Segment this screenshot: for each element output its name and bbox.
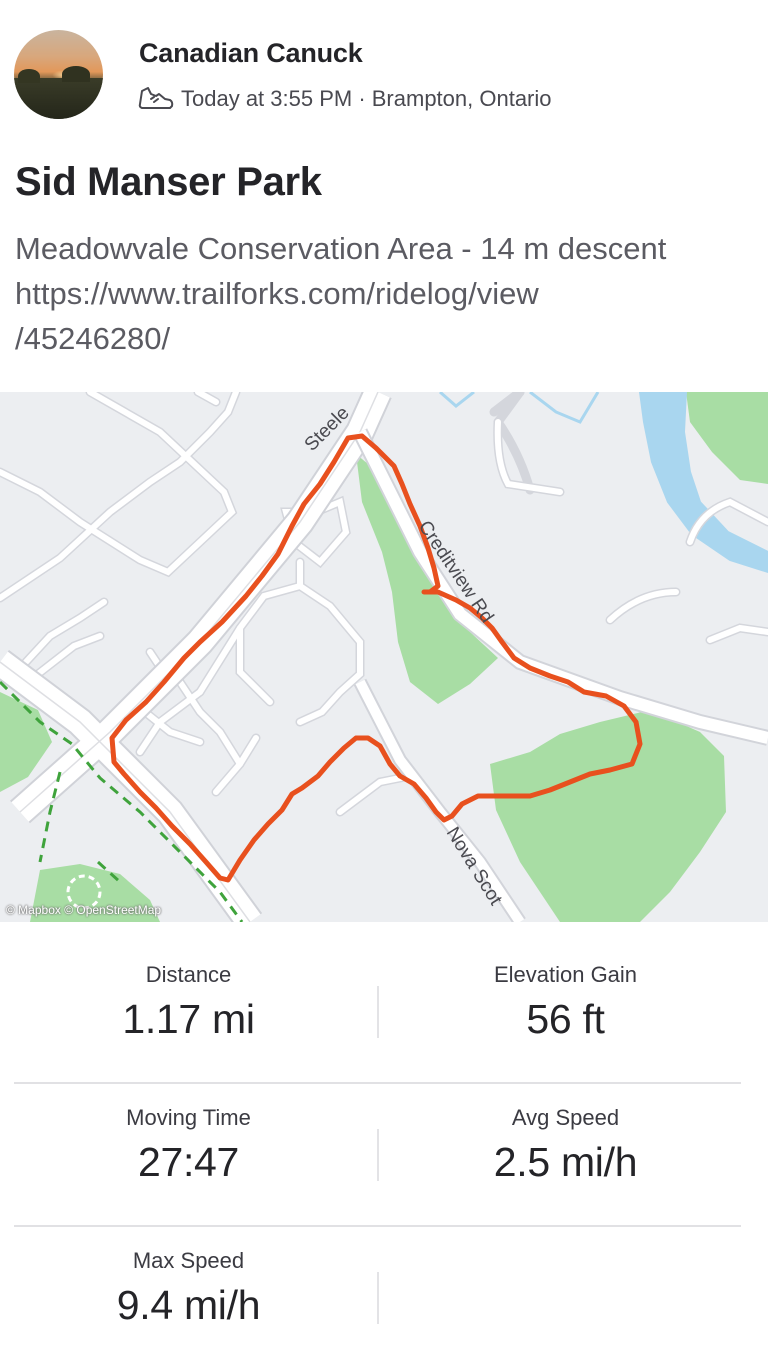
stat-distance: Distance 1.17 mi	[0, 962, 377, 1043]
stat-divider	[377, 1272, 379, 1324]
athlete-avatar[interactable]	[14, 30, 103, 119]
activity-title[interactable]: Sid Manser Park	[15, 160, 322, 205]
map-canvas: Steele Creditview Rd Nova Scot	[0, 392, 768, 922]
stat-value: 27:47	[137, 1139, 240, 1185]
stat-label: Distance	[145, 962, 232, 987]
activity-timestamp-location: Today at 3:55 PM · Brampton, Ontario	[181, 86, 552, 111]
stat-moving-time: Moving Time 27:47	[0, 1105, 377, 1186]
stat-value: 56 ft	[526, 996, 605, 1042]
stat-label: Elevation Gain	[493, 962, 638, 987]
activity-stats: Distance 1.17 mi Elevation Gain 56 ft Mo…	[0, 922, 768, 1363]
street-label-nova-scotia: Nova Scot	[442, 824, 507, 910]
stat-avg-speed: Avg Speed 2.5 mi/h	[377, 1105, 754, 1186]
map-attribution[interactable]: © Mapbox © OpenStreetMap	[6, 903, 161, 917]
stat-value: 2.5 mi/h	[493, 1139, 638, 1185]
stat-elevation-gain: Elevation Gain 56 ft	[377, 962, 754, 1043]
stat-max-speed: Max Speed 9.4 mi/h	[0, 1248, 377, 1329]
stat-label: Max Speed	[132, 1248, 245, 1273]
row-divider	[14, 1082, 741, 1084]
stat-value: 1.17 mi	[122, 996, 255, 1042]
stat-value: 9.4 mi/h	[116, 1282, 261, 1328]
athlete-name[interactable]: Canadian Canuck	[139, 38, 363, 69]
avatar-treeline	[14, 66, 103, 119]
hiking-shoe-icon	[138, 87, 174, 109]
route-map[interactable]: Steele Creditview Rd Nova Scot © Mapbox …	[0, 392, 768, 922]
activity-header: Canadian Canuck Today at 3:55 PM · Bramp…	[0, 0, 768, 140]
stat-label: Avg Speed	[511, 1105, 620, 1130]
stat-label: Moving Time	[126, 1105, 251, 1130]
row-divider	[14, 1225, 741, 1227]
activity-meta: Today at 3:55 PM · Brampton, Ontario	[137, 84, 552, 114]
activity-description: Meadowvale Conservation Area - 14 m desc…	[15, 231, 667, 356]
